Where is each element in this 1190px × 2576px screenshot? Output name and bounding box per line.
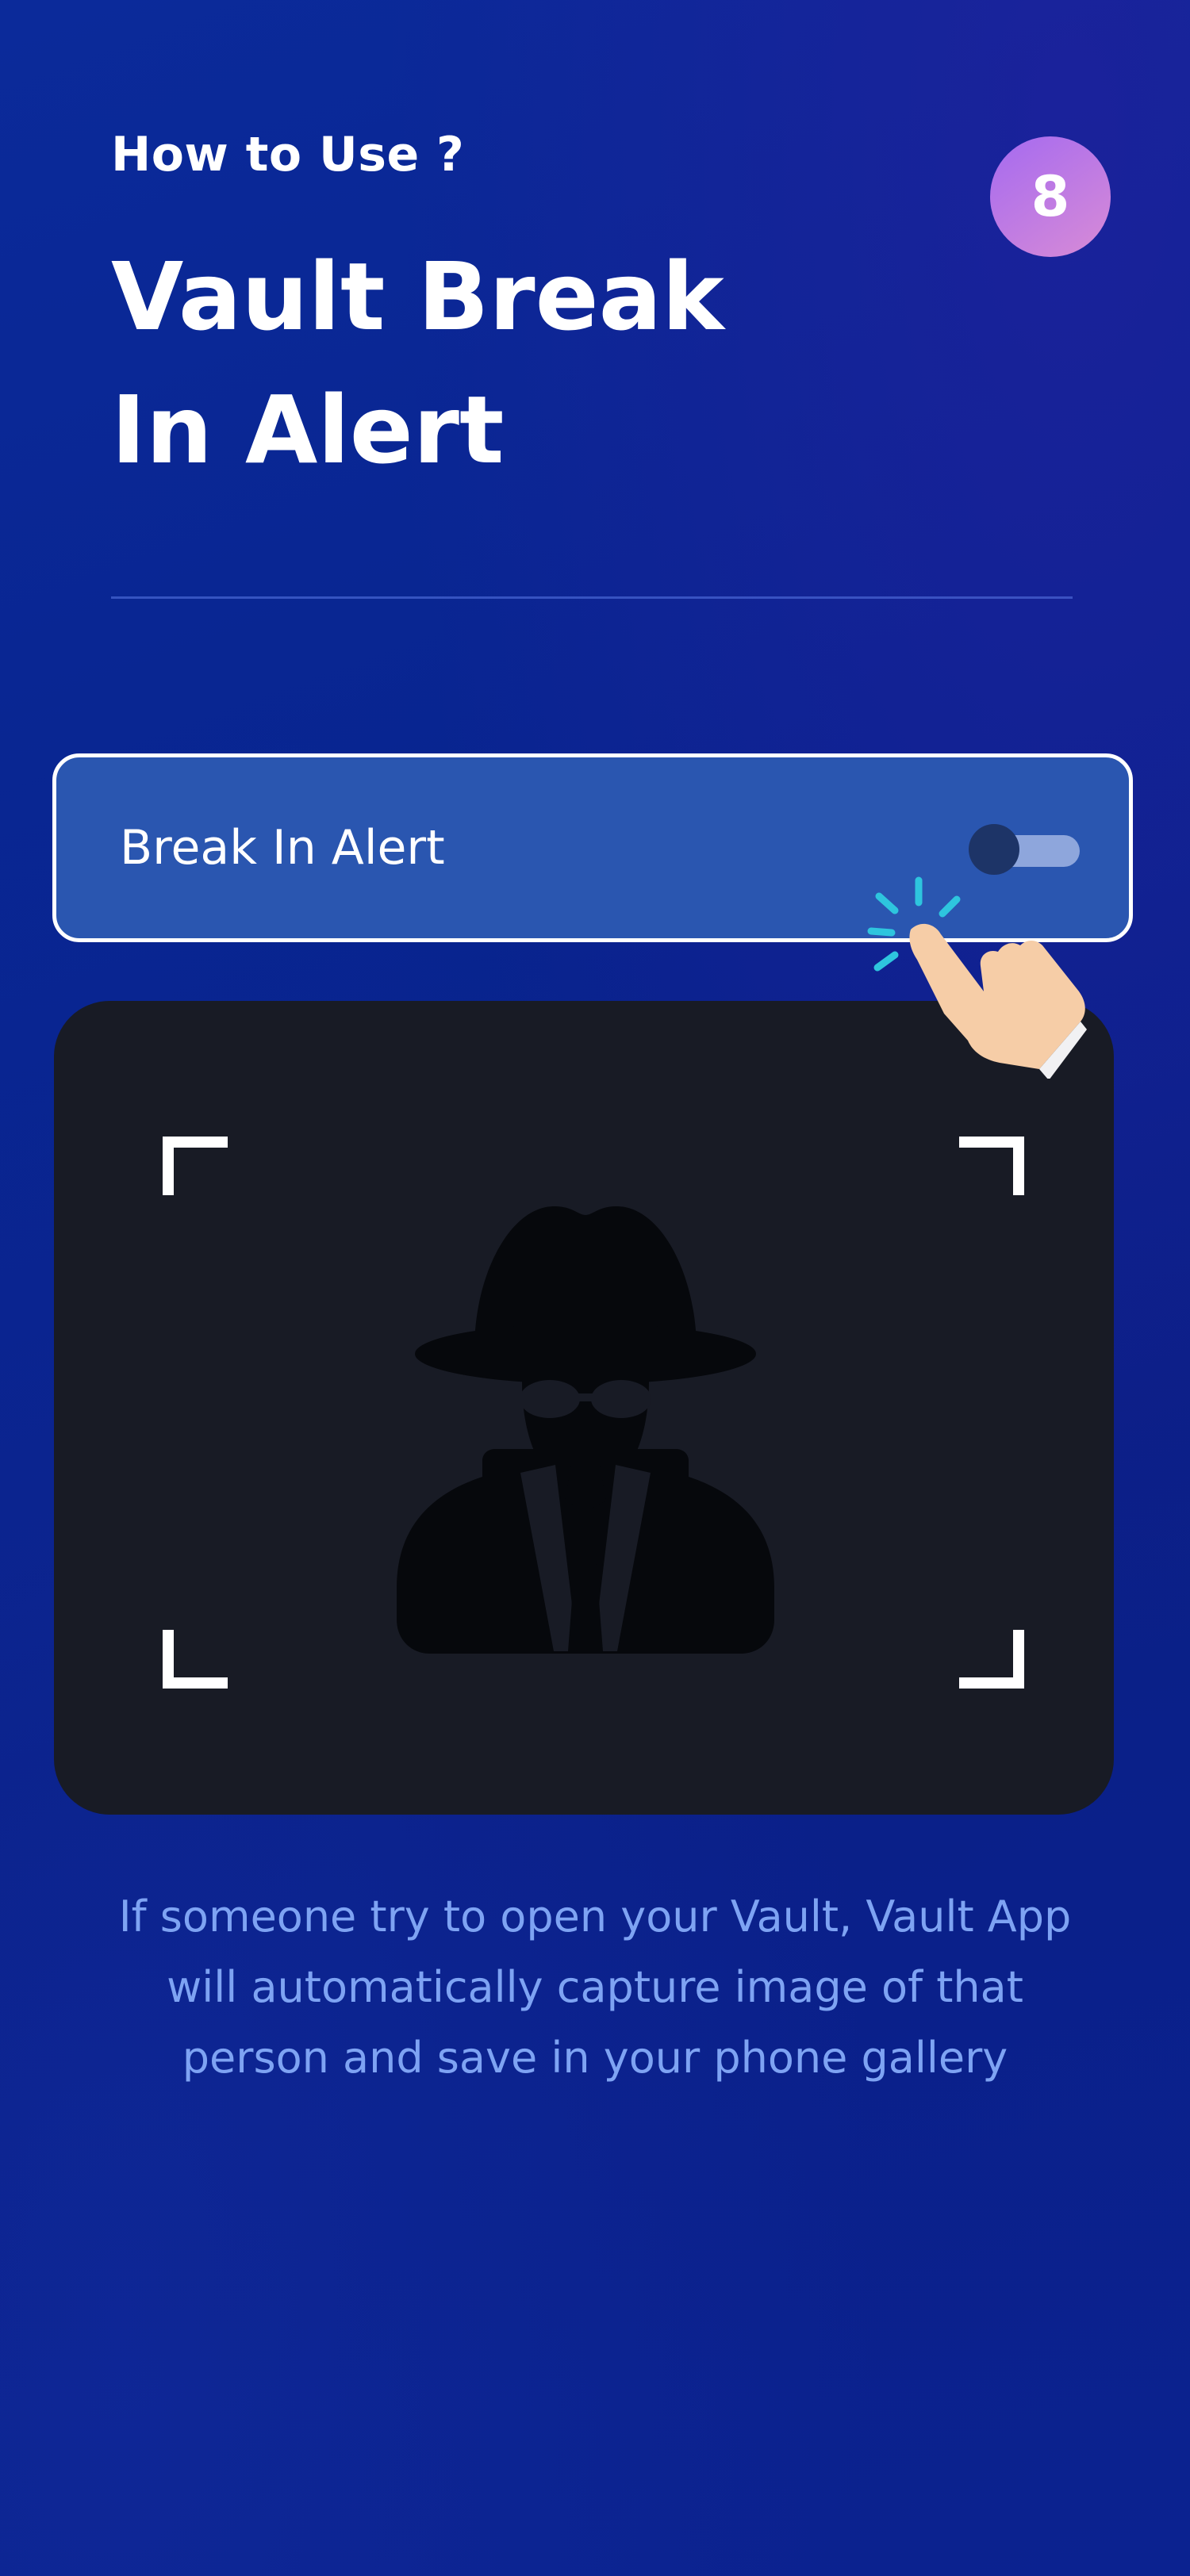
toggle-knob xyxy=(969,824,1019,875)
spy-icon xyxy=(397,1206,774,1654)
camera-capture-panel xyxy=(54,1001,1114,1815)
break-in-alert-label: Break In Alert xyxy=(120,820,445,876)
break-in-alert-toggle[interactable] xyxy=(969,824,1080,875)
divider xyxy=(111,596,1073,599)
hand-pointer-icon xyxy=(867,876,1087,1079)
page-title: Vault Break In Alert xyxy=(111,242,724,485)
feature-description: If someone try to open your Vault, Vault… xyxy=(118,1892,1072,2083)
how-to-use-label: How to Use ? xyxy=(111,127,465,182)
step-number-badge: 8 xyxy=(990,136,1111,257)
